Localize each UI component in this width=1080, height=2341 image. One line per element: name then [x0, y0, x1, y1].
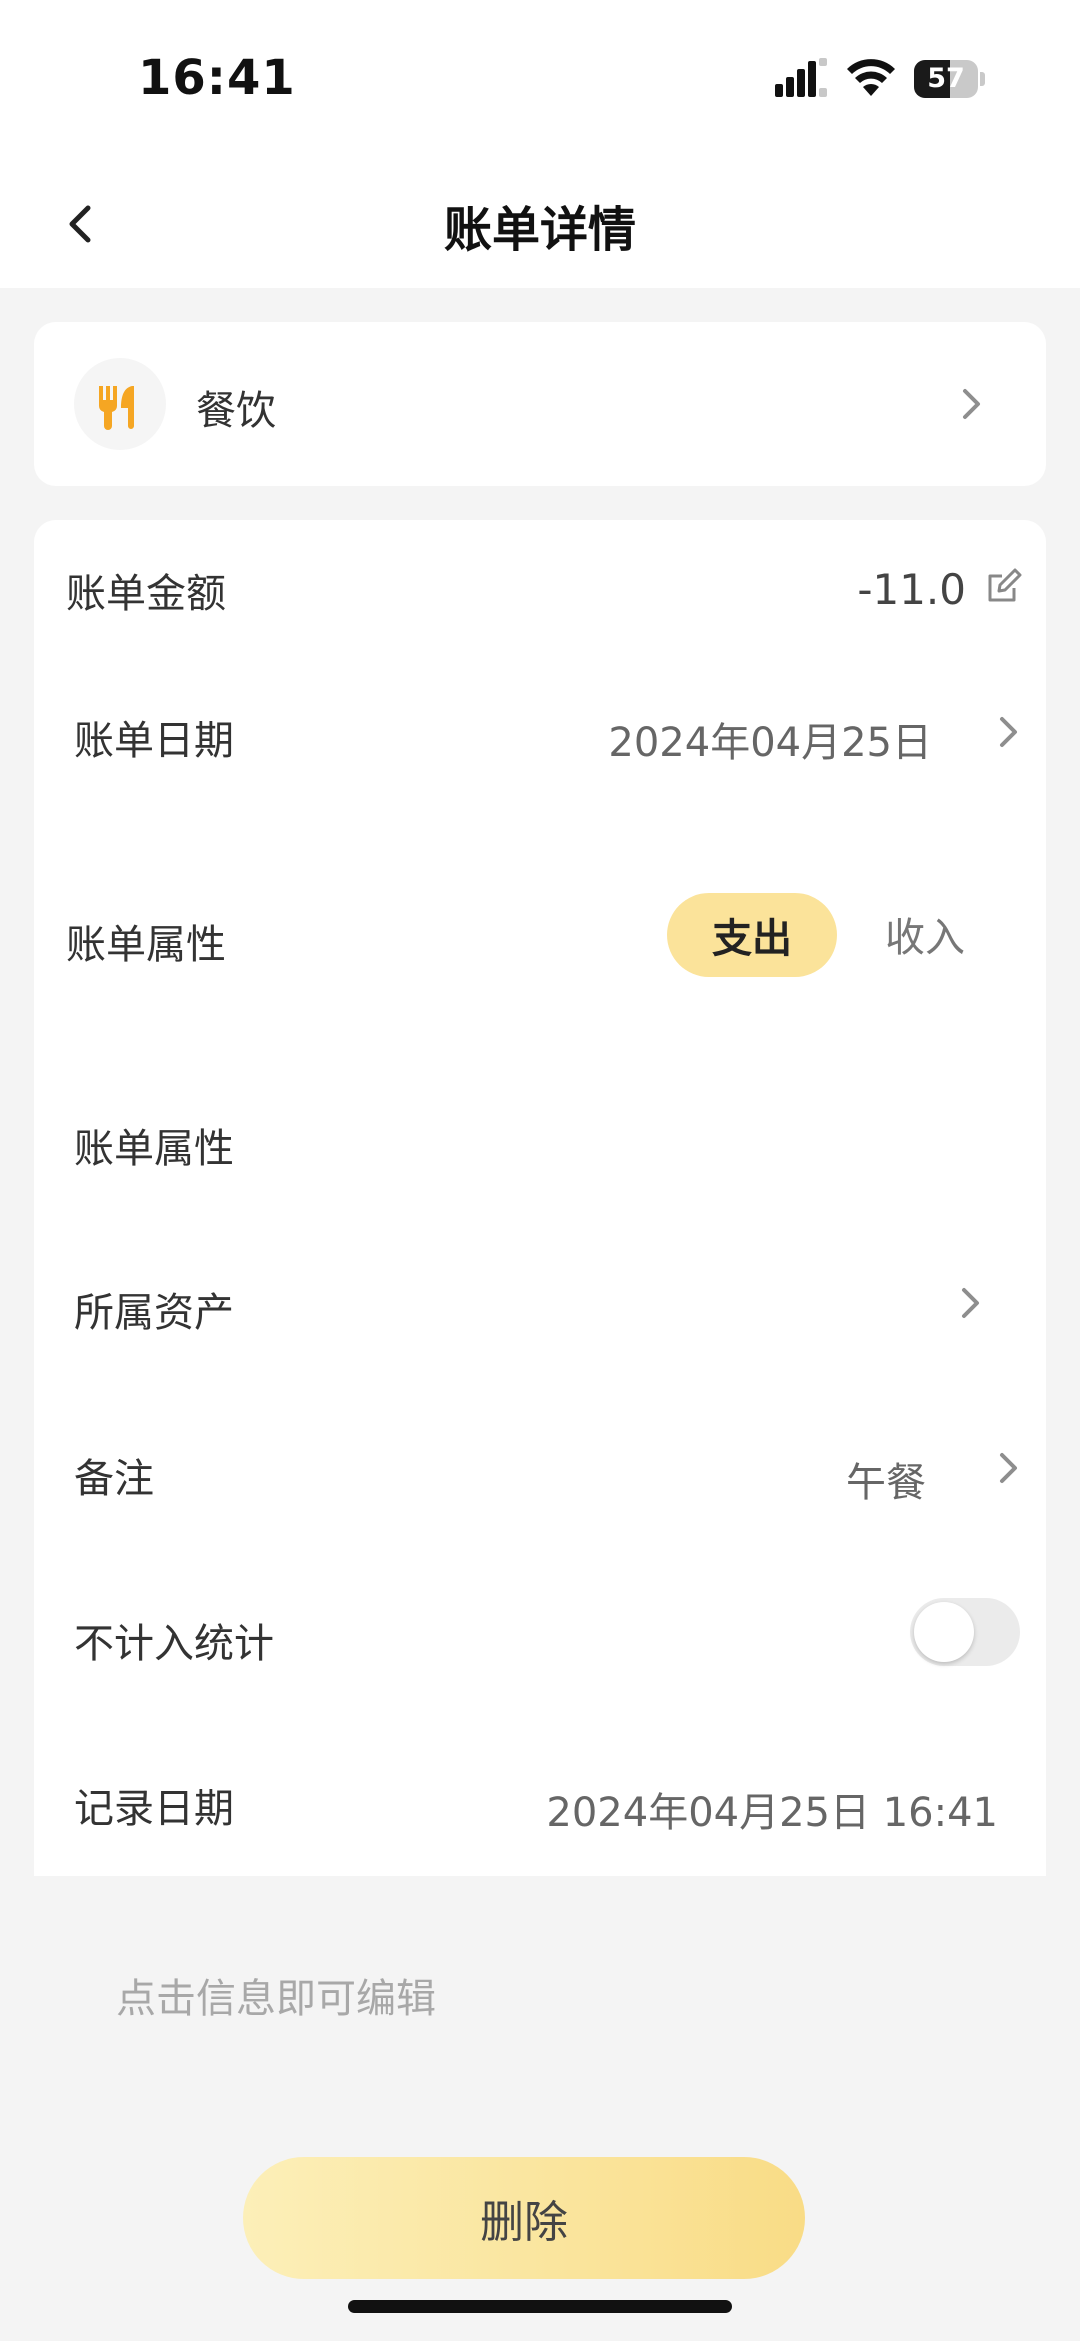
note-value: 午餐 — [846, 1460, 926, 1506]
expense-option[interactable]: 支出 — [667, 893, 837, 977]
bill-type-label: 账单属性 — [66, 922, 226, 968]
asset-label: 所属资产 — [74, 1290, 234, 1336]
category-label: 餐饮 — [196, 388, 276, 434]
toggle-knob — [914, 1602, 974, 1662]
home-indicator — [348, 2300, 732, 2313]
edit-hint: 点击信息即可编辑 — [116, 1976, 436, 2022]
chevron-right-icon — [1000, 717, 1017, 747]
edit-icon[interactable] — [984, 566, 1024, 606]
bill-date-label: 账单日期 — [74, 718, 234, 764]
exclude-stats-toggle[interactable] — [910, 1598, 1020, 1666]
category-icon-circle — [74, 358, 166, 450]
battery-icon: 57 — [914, 60, 986, 98]
wifi-icon — [847, 59, 895, 96]
page-title: 账单详情 — [443, 202, 636, 258]
chevron-right-icon — [1000, 1453, 1017, 1483]
amount-label: 账单金额 — [66, 571, 226, 617]
amount-value[interactable]: -11.0 — [820, 565, 966, 614]
bill-attribute-label[interactable]: 账单属性 — [74, 1116, 234, 1174]
record-date-label: 记录日期 — [74, 1786, 234, 1832]
status-time: 16:41 — [138, 50, 296, 106]
record-date-value: 2024年04月25日 16:41 — [546, 1790, 998, 1836]
status-bar: 16:41 57 — [0, 0, 1080, 160]
utensils-icon — [98, 386, 134, 430]
battery-level: 57 — [927, 63, 965, 94]
cellular-signal-icon — [775, 58, 827, 97]
chevron-right-icon — [962, 1288, 979, 1318]
navigation-bar: 账单详情 — [0, 160, 1080, 288]
chevron-right-icon — [963, 389, 980, 419]
exclude-stats-label: 不计入统计 — [74, 1621, 274, 1667]
income-option[interactable]: 收入 — [885, 905, 965, 963]
category-row[interactable]: 餐饮 — [34, 322, 1046, 486]
bill-date-value: 2024年04月25日 — [608, 720, 932, 766]
delete-button[interactable]: 删除 — [243, 2157, 805, 2279]
note-label: 备注 — [74, 1456, 154, 1502]
